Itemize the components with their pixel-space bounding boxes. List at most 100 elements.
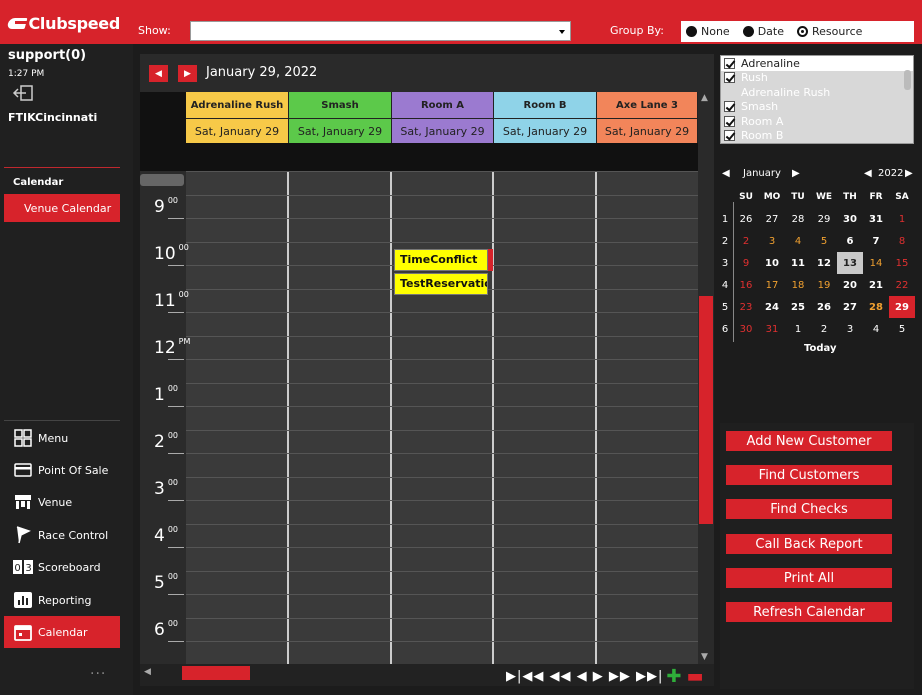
day-cell[interactable]: 30 [733, 318, 759, 340]
day-cell[interactable]: 6 [837, 230, 863, 252]
day-cell[interactable]: 5 [811, 230, 837, 252]
all-day-row[interactable] [186, 143, 698, 171]
resource-filter-item[interactable]: Room A [721, 114, 913, 129]
resource-column[interactable] [494, 171, 597, 664]
prev-day-button[interactable]: ◀ [149, 65, 168, 82]
day-cell[interactable]: 23 [733, 296, 759, 318]
day-cell[interactable]: 29 [811, 208, 837, 230]
selected-day[interactable]: 29 [889, 296, 915, 318]
day-cell[interactable]: 4 [863, 318, 889, 340]
nav-point-of-sale[interactable]: Point Of Sale [4, 454, 120, 486]
prev-month-icon[interactable]: ◀ [722, 168, 730, 179]
day-cell[interactable]: 22 [889, 274, 915, 296]
day-cell[interactable]: 28 [785, 208, 811, 230]
event-test-reservation[interactable]: TestReservatio [394, 273, 488, 295]
resource-filter-item[interactable]: Smash [721, 100, 913, 115]
checkbox-checked-icon[interactable] [724, 130, 735, 142]
day-cell[interactable]: 10 [759, 252, 785, 274]
more-menu-icon[interactable]: ... [90, 662, 106, 678]
day-cell[interactable]: 7 [863, 230, 889, 252]
day-cell[interactable]: 28 [863, 296, 889, 318]
checkbox-checked-icon[interactable] [724, 101, 735, 113]
add-new-customer-button[interactable]: Add New Customer [726, 431, 892, 451]
day-cell[interactable]: 31 [759, 318, 785, 340]
nav-venue[interactable]: Venue [4, 486, 120, 518]
next-day-button[interactable]: ▶ [178, 65, 197, 82]
day-cell[interactable]: 1 [889, 208, 915, 230]
print-all-button[interactable]: Print All [726, 568, 892, 588]
scroll-left-icon[interactable]: ◀ [144, 667, 151, 677]
venue-calendar-button[interactable]: Venue Calendar [4, 194, 120, 222]
day-cell[interactable]: 3 [759, 230, 785, 252]
day-cell[interactable]: 30 [837, 208, 863, 230]
resource-filter-list[interactable]: Adrenaline Rush Adrenaline Rush Smash Ro… [720, 55, 914, 144]
nav-reporting[interactable]: Reporting [4, 584, 120, 616]
group-by-date[interactable]: Date [742, 25, 784, 38]
resource-column[interactable] [597, 171, 698, 664]
day-cell[interactable]: 27 [837, 296, 863, 318]
prev-year-icon[interactable]: ◀ [864, 168, 872, 179]
day-cell[interactable]: 9 [733, 252, 759, 274]
day-cell[interactable]: 8 [889, 230, 915, 252]
day-cell[interactable]: 25 [785, 296, 811, 318]
day-cell[interactable]: 2 [733, 230, 759, 252]
resource-filter-item[interactable]: Adrenaline Rush [721, 85, 913, 100]
scroll-thumb[interactable] [699, 296, 713, 524]
pager-arrows[interactable]: ▶|◀◀ ◀◀ ◀ ▶ ▶▶ ▶▶| [506, 669, 663, 684]
resource-column[interactable] [392, 171, 494, 664]
checkbox-checked-icon[interactable] [724, 115, 735, 127]
day-cell[interactable]: 3 [837, 318, 863, 340]
resource-filter-item[interactable]: Rush [721, 71, 913, 86]
day-cell[interactable]: 31 [863, 208, 889, 230]
nav-race-control[interactable]: Race Control [4, 519, 120, 551]
day-cell[interactable]: 1 [785, 318, 811, 340]
refresh-calendar-button[interactable]: Refresh Calendar [726, 602, 892, 622]
list-scroll-thumb[interactable] [904, 70, 911, 90]
day-cell[interactable]: 26 [733, 208, 759, 230]
day-cell[interactable]: 18 [785, 274, 811, 296]
day-cell[interactable]: 5 [889, 318, 915, 340]
scroll-down-icon[interactable]: ▼ [701, 652, 708, 662]
checkbox-checked-icon[interactable] [724, 72, 735, 84]
logout-icon[interactable] [12, 84, 34, 102]
day-cell[interactable]: 14 [863, 252, 889, 274]
remove-resource-icon[interactable]: ▬ [687, 666, 705, 687]
resource-column[interactable] [289, 171, 392, 664]
day-cell[interactable]: 2 [811, 318, 837, 340]
day-cell[interactable]: 24 [759, 296, 785, 318]
add-resource-icon[interactable]: ✚ [666, 666, 682, 687]
find-customers-button[interactable]: Find Customers [726, 465, 892, 485]
nav-calendar[interactable]: Calendar [4, 616, 120, 648]
day-cell[interactable]: 11 [785, 252, 811, 274]
nav-menu[interactable]: Menu [4, 422, 120, 454]
resource-filter-item[interactable]: Adrenaline [721, 56, 913, 71]
scroll-thumb[interactable] [182, 666, 250, 680]
day-cell[interactable]: 26 [811, 296, 837, 318]
call-back-report-button[interactable]: Call Back Report [726, 534, 892, 554]
resource-filter-item[interactable]: Room B [721, 129, 913, 144]
today-day[interactable]: 13 [837, 252, 863, 274]
event-time-conflict[interactable]: TimeConflict [394, 249, 488, 271]
day-cell[interactable]: 21 [863, 274, 889, 296]
time-grid[interactable]: 9 00 10 00 11 00 12 PM 1 00 2 00 3 00 4 00 5 00 6 00 TimeCo… [140, 171, 698, 664]
scroll-up-icon[interactable]: ▲ [701, 93, 708, 103]
resource-column[interactable] [186, 171, 289, 664]
today-button[interactable]: Today [804, 343, 836, 354]
find-checks-button[interactable]: Find Checks [726, 499, 892, 519]
day-cell[interactable]: 27 [759, 208, 785, 230]
next-month-icon[interactable]: ▶ [792, 168, 800, 179]
vertical-scrollbar[interactable]: ▲ ▼ [698, 92, 714, 664]
day-cell[interactable]: 20 [837, 274, 863, 296]
checkbox-checked-icon[interactable] [724, 57, 735, 69]
group-by-none[interactable]: None [686, 25, 730, 38]
group-by-resource[interactable]: Resource [797, 25, 862, 38]
next-year-icon[interactable]: ▶ [905, 168, 913, 179]
nav-scoreboard[interactable]: 03 Scoreboard [4, 551, 120, 583]
day-cell[interactable]: 15 [889, 252, 915, 274]
day-cell[interactable]: 17 [759, 274, 785, 296]
day-cell[interactable]: 16 [733, 274, 759, 296]
day-cell[interactable]: 19 [811, 274, 837, 296]
day-cell[interactable]: 12 [811, 252, 837, 274]
day-cell[interactable]: 4 [785, 230, 811, 252]
show-select[interactable] [190, 21, 571, 41]
